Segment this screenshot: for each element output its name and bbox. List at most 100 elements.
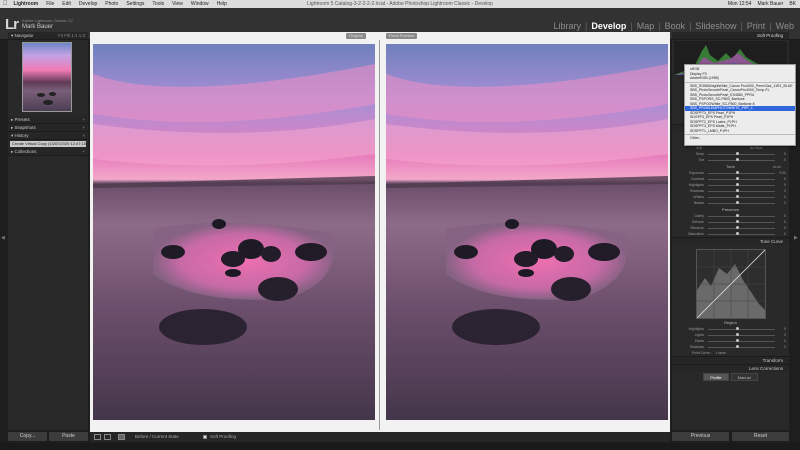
- tone-slider-track[interactable]: [708, 203, 775, 204]
- module-library[interactable]: Library: [551, 21, 583, 31]
- tone-slider-track[interactable]: [708, 191, 775, 192]
- profile-option-other[interactable]: Other...: [685, 136, 795, 141]
- history-header[interactable]: ▾ History ×: [8, 132, 88, 140]
- presence-group: Presence: [672, 206, 789, 213]
- tone-slider-knob[interactable]: [736, 201, 739, 204]
- basic-slider-knob[interactable]: [736, 158, 739, 161]
- left-panel: ▾ Navigator Fit Fill 1:1 1:3 ▸ Presets + ▸…: [8, 32, 88, 430]
- history-item[interactable]: Create Virtual Copy (13/07/2020 12:47:15…: [10, 141, 86, 147]
- curve-slider-knob[interactable]: [736, 333, 739, 336]
- menubar-user[interactable]: Mark Bauer: [757, 0, 783, 8]
- basic-slider-track[interactable]: [708, 160, 775, 161]
- curve-slider-track[interactable]: [708, 329, 775, 330]
- menu-develop[interactable]: Develop: [79, 0, 97, 8]
- previous-button[interactable]: Previous: [672, 432, 729, 441]
- tab-manual[interactable]: Manual: [730, 373, 758, 381]
- before-photo[interactable]: [93, 44, 375, 420]
- curve-slider-track[interactable]: [708, 347, 775, 348]
- lightroom-window:  Lightroom File Edit Develop Photo Sett…: [0, 0, 800, 450]
- tone-slider-track[interactable]: [708, 185, 775, 186]
- module-print[interactable]: Print: [745, 21, 768, 31]
- basic-slider-track[interactable]: [708, 154, 775, 155]
- tone-curve-graph[interactable]: [696, 249, 766, 319]
- tone-slider-knob[interactable]: [736, 195, 739, 198]
- menu-window[interactable]: Window: [191, 0, 209, 8]
- navigator-thumbnail[interactable]: [22, 42, 72, 112]
- presets-header[interactable]: ▸ Presets +: [8, 116, 88, 124]
- navigator-zoom-options[interactable]: Fit Fill 1:1 1:3: [58, 32, 85, 40]
- presets-title: Presets: [14, 117, 30, 122]
- presence-slider-knob[interactable]: [736, 214, 739, 217]
- region-indicator[interactable]: BK: [789, 0, 796, 8]
- tone-slider-track[interactable]: [708, 179, 775, 180]
- module-picker: Library | Develop | Map | Book | Slideshow | …: [551, 21, 796, 31]
- snapshots-header[interactable]: ▸ Snapshots +: [8, 124, 88, 132]
- tone-slider-knob[interactable]: [736, 177, 739, 180]
- tone-curve-header[interactable]: Tone Curve: [672, 237, 789, 245]
- region-label: Region: [724, 320, 737, 325]
- proof-profile-menu[interactable]: sRGB Display P3 AdobeRGB (1998) SBS_RGB6…: [684, 64, 796, 146]
- presence-slider-track[interactable]: [708, 216, 775, 217]
- presence-slider-track[interactable]: [708, 228, 775, 229]
- module-map[interactable]: Map: [635, 21, 657, 31]
- menu-tools[interactable]: Tools: [152, 0, 164, 8]
- window-title: Lightroom 5 Catalog-3-2-2-2-2.lrcat - Ad…: [307, 1, 493, 7]
- presence-slider-knob[interactable]: [736, 232, 739, 235]
- presence-slider-knob[interactable]: [736, 220, 739, 223]
- reset-button[interactable]: Reset: [732, 432, 789, 441]
- module-develop[interactable]: Develop: [589, 21, 628, 31]
- transform-header[interactable]: Transform: [672, 356, 789, 364]
- lens-corrections-header[interactable]: Lens Corrections: [672, 364, 789, 372]
- collections-title: Collections: [14, 149, 37, 154]
- tone-auto-button[interactable]: Auto: [773, 163, 781, 170]
- apple-icon[interactable]: : [3, 0, 8, 8]
- left-panel-toggle-icon[interactable]: ◀: [1, 235, 6, 241]
- module-web[interactable]: Web: [774, 21, 796, 31]
- curve-slider-knob[interactable]: [736, 327, 739, 330]
- menu-app[interactable]: Lightroom: [14, 0, 39, 8]
- after-photo[interactable]: [386, 44, 668, 420]
- collections-header[interactable]: ▸ Collections +: [8, 148, 88, 156]
- lightroom-logo: Lr: [5, 16, 19, 33]
- module-slideshow[interactable]: Slideshow: [693, 21, 738, 31]
- paste-button[interactable]: Paste: [49, 432, 88, 441]
- curve-slider-knob[interactable]: [736, 345, 739, 348]
- curve-slider-track[interactable]: [708, 335, 775, 336]
- curve-slider-knob[interactable]: [736, 339, 739, 342]
- presence-slider-track[interactable]: [708, 222, 775, 223]
- tone-slider-knob[interactable]: [736, 171, 739, 174]
- right-panel-buttons: Previous Reset: [672, 432, 789, 442]
- tone-slider-knob[interactable]: [736, 189, 739, 192]
- presence-slider-knob[interactable]: [736, 226, 739, 229]
- before-after-split-icon[interactable]: [118, 434, 125, 440]
- soft-proofing-header[interactable]: Soft Proofing: [672, 32, 789, 40]
- before-after-state-label: Before / Current State: [135, 434, 179, 439]
- presence-slider-track[interactable]: [708, 234, 775, 235]
- profile-option-adobergb[interactable]: AdobeRGB (1998): [685, 76, 795, 81]
- tab-profile[interactable]: Profile: [703, 373, 729, 381]
- filmstrip-bar: [0, 443, 800, 450]
- curve-slider-track[interactable]: [708, 341, 775, 342]
- presence-label: Presence: [722, 207, 739, 212]
- module-book[interactable]: Book: [663, 21, 688, 31]
- menu-settings[interactable]: Settings: [126, 0, 144, 8]
- right-panel-toggle-icon[interactable]: ▶: [794, 235, 799, 241]
- navigator-header[interactable]: ▾ Navigator Fit Fill 1:1 1:3: [8, 32, 88, 40]
- soft-proofing-checkbox[interactable]: [203, 435, 207, 439]
- tone-slider-knob[interactable]: [736, 183, 739, 186]
- tone-slider-track[interactable]: [708, 197, 775, 198]
- clock: Mon 12:54: [727, 1, 752, 7]
- menu-edit[interactable]: Edit: [62, 0, 71, 8]
- catalog-label: Adobe Lightroom Classic CC: [22, 18, 74, 23]
- profile-option[interactable]: SDSPPT1_LMBO_P1PH: [685, 129, 795, 134]
- before-after-lr-icon[interactable]: [104, 434, 111, 440]
- loupe-view-icon[interactable]: [94, 434, 101, 440]
- menu-file[interactable]: File: [46, 0, 54, 8]
- menu-help[interactable]: Help: [217, 0, 227, 8]
- lens-tabs: Profile Manual: [672, 373, 789, 381]
- menu-view[interactable]: View: [172, 0, 183, 8]
- basic-slider-knob[interactable]: [736, 152, 739, 155]
- tone-slider-track[interactable]: [708, 173, 775, 174]
- menu-photo[interactable]: Photo: [105, 0, 118, 8]
- copy-button[interactable]: Copy...: [8, 432, 47, 441]
